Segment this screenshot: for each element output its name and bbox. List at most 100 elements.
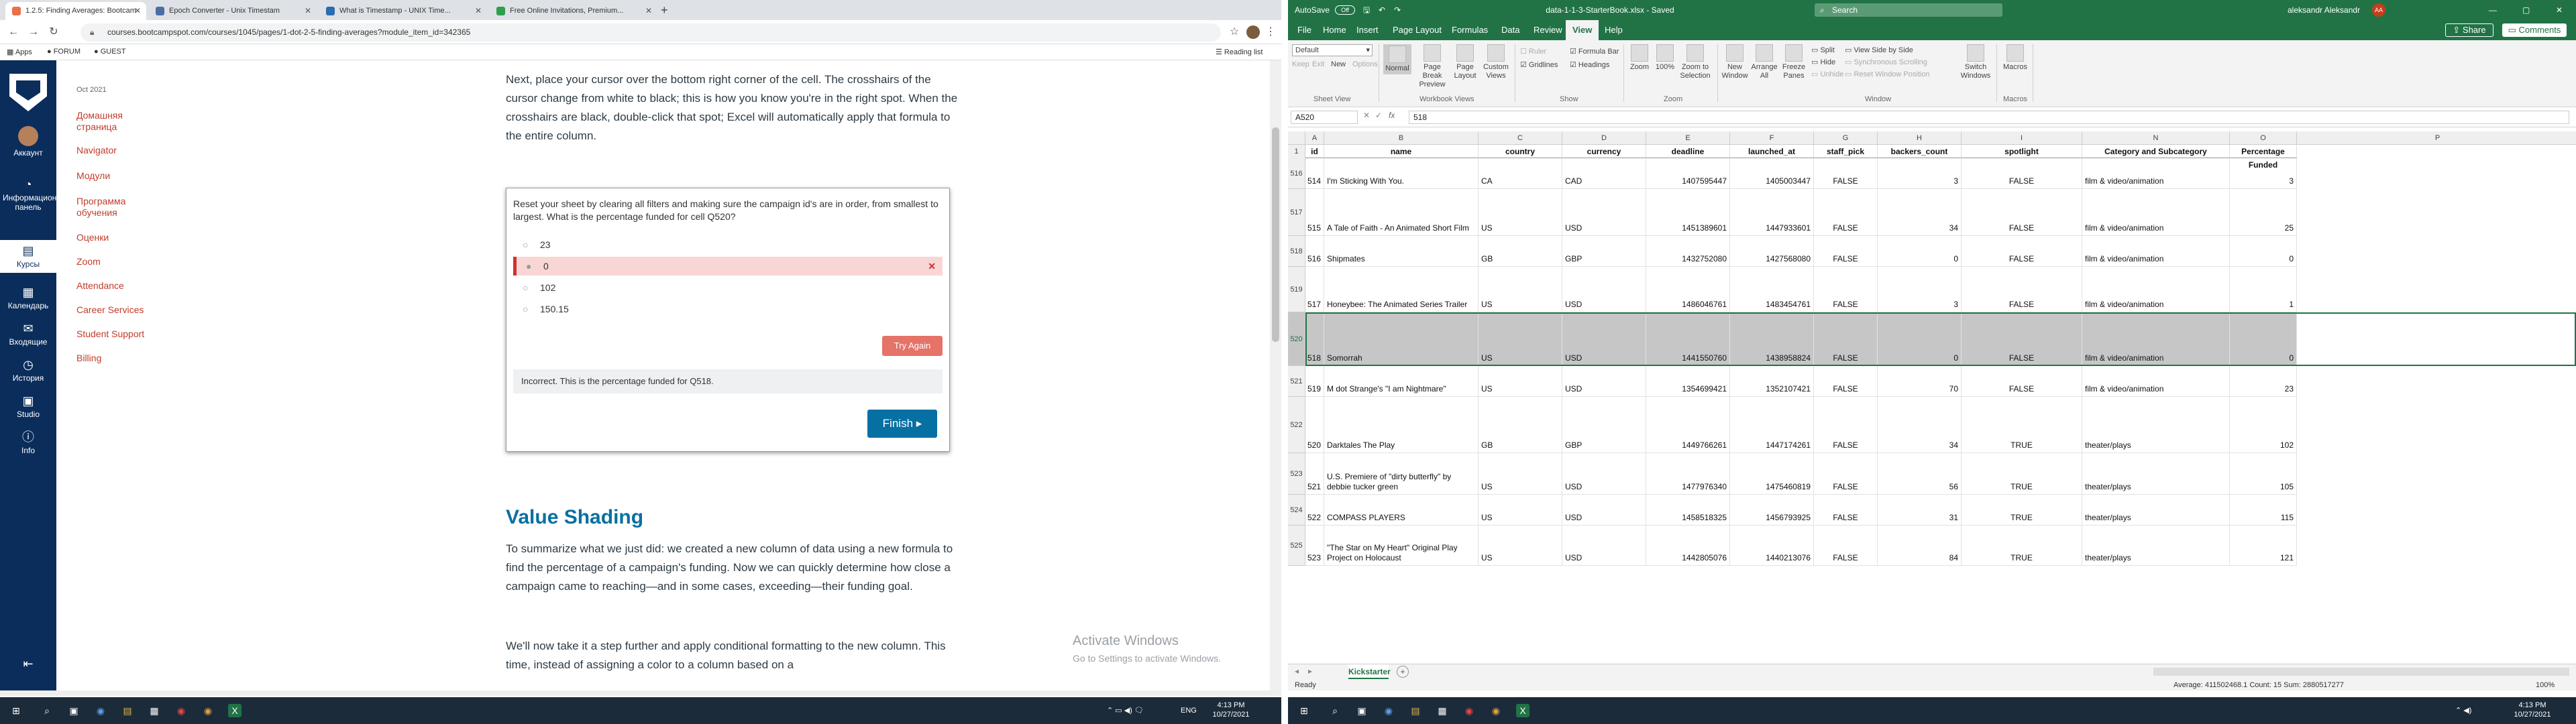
quiz-option-selected[interactable]: ● 0 ✕ — [513, 257, 943, 276]
table-cell[interactable]: theater/plays — [2082, 526, 2230, 566]
table-cell[interactable]: FALSE — [1814, 189, 1878, 236]
header-cell[interactable]: backers_count — [1878, 145, 1962, 158]
close-tab-icon[interactable]: ✕ — [305, 2, 311, 20]
header-cell[interactable]: deadline — [1646, 145, 1730, 158]
table-cell[interactable]: USD — [1562, 366, 1646, 397]
table-cell[interactable]: US — [1479, 495, 1562, 526]
tab-page-layout[interactable]: Page Layout — [1386, 20, 1448, 40]
macros-button[interactable]: Macros — [2002, 44, 2029, 72]
column-header[interactable]: O — [2230, 131, 2297, 145]
clock[interactable]: 4:13 PM 10/27/2021 — [2509, 701, 2556, 719]
collapse-nav-icon[interactable]: ⇤ — [0, 657, 56, 672]
table-cell[interactable]: 1456793925 — [1730, 495, 1814, 526]
quiz-option[interactable]: ○ 23 — [513, 235, 943, 254]
formula-input[interactable]: 518 — [1409, 111, 2569, 124]
table-cell[interactable]: FALSE — [1962, 366, 2082, 397]
table-cell[interactable]: Darktales The Play — [1324, 397, 1479, 453]
table-cell[interactable]: 0 — [2230, 236, 2297, 267]
table-cell[interactable]: 1442805076 — [1646, 526, 1730, 566]
close-tab-icon[interactable]: ✕ — [645, 2, 652, 20]
table-cell[interactable]: theater/plays — [2082, 453, 2230, 495]
hide-button[interactable]: ▭ Hide — [1811, 58, 1835, 66]
table-cell[interactable]: USD — [1562, 526, 1646, 566]
worksheet-grid[interactable]: ABCDEFGHINOP 1 id name country currency dead… — [1288, 127, 2576, 664]
table-cell[interactable]: FALSE — [1962, 158, 2082, 189]
table-cell[interactable]: I'm Sticking With You. — [1324, 158, 1479, 189]
table-cell[interactable]: 121 — [2230, 526, 2297, 566]
table-cell[interactable]: 519 — [1305, 366, 1324, 397]
table-cell[interactable]: 25 — [2230, 189, 2297, 236]
store-icon[interactable]: ▦ — [1436, 704, 1449, 717]
unhide-button[interactable]: ▭ Unhide — [1811, 70, 1843, 78]
chrome-icon[interactable]: ◉ — [174, 704, 188, 717]
global-nav-info[interactable]: ⓘ Info — [0, 430, 56, 455]
table-cell[interactable]: theater/plays — [2082, 397, 2230, 453]
table-cell[interactable]: 1 — [2230, 267, 2297, 312]
reset-position-button[interactable]: ▭ Reset Window Position — [1845, 70, 1930, 78]
course-nav-home[interactable]: Домашняя страница — [76, 110, 157, 133]
table-cell[interactable]: FALSE — [1962, 312, 2082, 366]
page-scrollbar[interactable] — [1270, 60, 1281, 690]
course-nav-navigator[interactable]: Navigator — [76, 145, 117, 156]
table-cell[interactable]: FALSE — [1814, 312, 1878, 366]
tab-review[interactable]: Review — [1527, 20, 1569, 40]
bookmark-forum[interactable]: ● FORUM — [47, 48, 80, 56]
column-header[interactable]: I — [1962, 131, 2082, 145]
user-avatar[interactable]: AA — [2372, 3, 2385, 17]
table-cell[interactable]: 1405003447 — [1730, 158, 1814, 189]
edge-icon[interactable]: ◉ — [1382, 704, 1395, 717]
table-cell[interactable]: film & video/animation — [2082, 236, 2230, 267]
header-cell[interactable]: Category and Subcategory — [2082, 145, 2230, 158]
table-cell[interactable]: USD — [1562, 495, 1646, 526]
table-cell[interactable]: FALSE — [1962, 236, 2082, 267]
table-cell[interactable]: 1427568080 — [1730, 236, 1814, 267]
column-header[interactable]: A — [1305, 131, 1324, 145]
forward-icon[interactable]: → — [27, 25, 40, 39]
header-cell[interactable]: country — [1479, 145, 1562, 158]
store-icon[interactable]: ▦ — [148, 704, 161, 717]
file-explorer-icon[interactable]: ▤ — [1409, 704, 1422, 717]
global-nav-dashboard[interactable]: ◔ Информационная панель — [0, 178, 70, 212]
column-header[interactable]: D — [1562, 131, 1646, 145]
row-header[interactable]: 520 — [1288, 312, 1305, 366]
table-cell[interactable]: GBP — [1562, 397, 1646, 453]
reading-list[interactable]: ☰ Reading list — [1216, 48, 1263, 56]
table-cell[interactable]: 115 — [2230, 495, 2297, 526]
file-explorer-icon[interactable]: ▤ — [121, 704, 134, 717]
tab-home[interactable]: Home — [1316, 20, 1353, 40]
search-icon[interactable]: ⌕ — [1328, 704, 1342, 717]
column-header[interactable]: G — [1814, 131, 1878, 145]
table-cell[interactable]: FALSE — [1962, 189, 2082, 236]
arrange-all-button[interactable]: Arrange All — [1751, 44, 1778, 80]
column-header[interactable]: F — [1730, 131, 1814, 145]
tab-data[interactable]: Data — [1495, 20, 1526, 40]
cancel-icon[interactable]: ✕ — [1363, 111, 1370, 120]
language-indicator[interactable]: ENG — [1181, 706, 1197, 715]
header-cell[interactable]: Percentage Funded — [2230, 145, 2297, 170]
table-cell[interactable]: Shipmates — [1324, 236, 1479, 267]
enter-icon[interactable]: ✓ — [1375, 111, 1382, 120]
column-header[interactable]: B — [1324, 131, 1479, 145]
tab-formulas[interactable]: Formulas — [1445, 20, 1495, 40]
column-header[interactable]: E — [1646, 131, 1730, 145]
table-cell[interactable]: US — [1479, 526, 1562, 566]
table-cell[interactable]: 105 — [2230, 453, 2297, 495]
row-header[interactable]: 524 — [1288, 495, 1305, 526]
row-header[interactable]: 523 — [1288, 453, 1305, 495]
table-cell[interactable]: CAD — [1562, 158, 1646, 189]
table-cell[interactable]: 31 — [1878, 495, 1962, 526]
system-tray-icons[interactable]: ⌃ ◀) — [2455, 706, 2471, 715]
side-by-side-button[interactable]: ▭ View Side by Side — [1845, 46, 1913, 54]
table-cell[interactable]: 0 — [1878, 312, 1962, 366]
bookmark-guest[interactable]: ● GUEST — [94, 48, 126, 56]
header-cell[interactable]: staff_pick — [1814, 145, 1878, 158]
table-cell[interactable]: 1458518325 — [1646, 495, 1730, 526]
table-cell[interactable]: 1447933601 — [1730, 189, 1814, 236]
table-cell[interactable]: 70 — [1878, 366, 1962, 397]
row-header[interactable]: 518 — [1288, 236, 1305, 267]
new-view-button[interactable]: New — [1331, 60, 1346, 68]
table-cell[interactable]: USD — [1562, 312, 1646, 366]
share-button[interactable]: ⇪ Share — [2445, 23, 2493, 37]
table-cell[interactable]: COMPASS PLAYERS — [1324, 495, 1479, 526]
table-cell[interactable]: 523 — [1305, 526, 1324, 566]
